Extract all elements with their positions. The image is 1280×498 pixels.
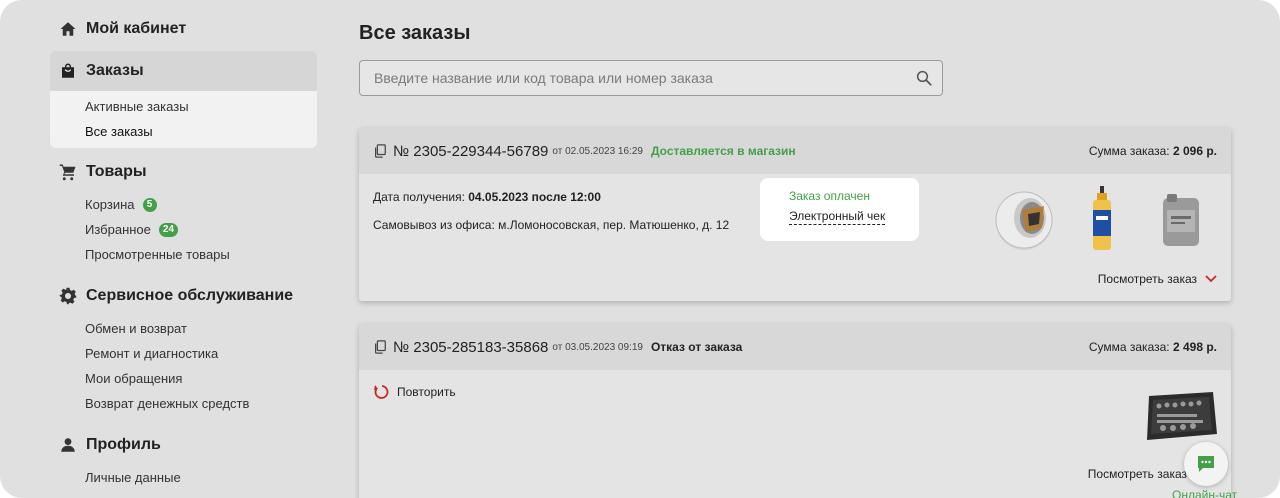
sidebar-section-cabinet: Мой кабинет [50,9,318,49]
sidebar-item-cart[interactable]: Корзина 5 [50,192,317,217]
receipt-link[interactable]: Электронный чек [789,209,886,225]
sidebar-item-orders[interactable]: Заказы [50,51,317,91]
cart-icon [59,163,77,181]
order-number[interactable]: № 2305-285183-35868 [393,339,548,356]
sidebar-item-favorites[interactable]: Избранное 24 [50,217,317,242]
copy-icon[interactable] [373,340,387,354]
sidebar-section-service: Сервисное обслуживание Обмен и возврат Р… [50,276,317,416]
receive-date: Дата получения: 04.05.2023 после 12:00 [373,190,601,204]
sidebar-item-service[interactable]: Сервисное обслуживание [50,276,317,316]
sidebar-item-active-orders[interactable]: Активные заказы [50,94,317,119]
sidebar-item-label: Товары [86,163,147,180]
chat-label[interactable]: Онлайн-чат [1172,488,1237,498]
tape-roll-image[interactable] [992,188,1056,252]
gear-icon [59,287,77,305]
tool-set-image[interactable] [1143,386,1219,444]
repeat-icon [374,385,389,399]
repeat-label: Повторить [397,385,456,399]
sidebar-item-repair[interactable]: Ремонт и диагностика [50,341,317,366]
sidebar-section-orders: Заказы Активные заказы Все заказы [50,51,317,148]
sidebar-item-profile[interactable]: Профиль [50,425,317,465]
user-icon [59,436,77,454]
sidebar-item-viewed[interactable]: Просмотренные товары [50,242,317,267]
sidebar-section-goods: Товары Корзина 5 Избранное 24 Просмотрен… [50,152,317,267]
shopping-bag-icon [59,62,77,80]
sidebar-item-label: Сервисное обслуживание [86,287,294,304]
sidebar-section-profile: Профиль Личные данные М [50,425,317,498]
order-date: от 03.05.2023 09:19 [552,341,643,353]
order-body: Дата получения: 04.05.2023 после 12:00 С… [359,174,1231,301]
order-date: от 02.05.2023 16:29 [552,145,643,157]
sidebar-item-exchange[interactable]: Обмен и возврат [50,316,317,341]
glue-bottle-image[interactable] [1089,186,1115,252]
sidebar: Мой кабинет Заказы Активные заказы Все з… [50,0,318,498]
favorites-count-badge: 24 [158,222,179,237]
receive-date-label: Дата получения: [373,190,465,204]
order-sum: Сумма заказа: 2 096 р. [1089,144,1217,158]
page-title: Все заказы [359,22,471,44]
sidebar-item-label: Профиль [86,436,161,453]
order-card: № 2305-229344-56789 от 02.05.2023 16:29 … [359,128,1231,301]
receive-date-value: 04.05.2023 после 12:00 [468,190,601,204]
sidebar-item-cabinet[interactable]: Мой кабинет [50,9,318,49]
order-header: № 2305-229344-56789 от 02.05.2023 16:29 … [359,128,1231,174]
sidebar-item-personal-data[interactable]: Личные данные [50,465,317,490]
payment-status: Заказ оплачен [789,189,870,203]
view-order-label: Посмотреть заказ [1087,467,1187,481]
sidebar-item-all-orders[interactable]: Все заказы [50,119,317,144]
orders-submenu: Активные заказы Все заказы [50,91,317,148]
service-submenu: Обмен и возврат Ремонт и диагностика Мои… [50,316,317,416]
view-order-label: Посмотреть заказ [1097,272,1197,286]
payment-box: Заказ оплачен Электронный чек [760,178,919,241]
canister-image[interactable] [1159,192,1203,248]
order-sum-label: Сумма заказа: [1088,340,1170,354]
chat-icon [1198,456,1214,472]
chat-button[interactable] [1184,442,1228,486]
home-icon [59,20,77,38]
cart-count-badge: 5 [142,197,157,212]
repeat-order-button[interactable]: Повторить [373,384,456,400]
goods-submenu: Корзина 5 Избранное 24 Просмотренные тов… [50,192,317,267]
sidebar-item-requests[interactable]: Мои обращения [50,366,317,391]
sidebar-item-label: Мой кабинет [86,20,187,37]
page-frame: Мой кабинет Заказы Активные заказы Все з… [0,0,1280,498]
order-card: № 2305-285183-35868 от 03.05.2023 09:19 … [359,324,1231,498]
search-bar [359,60,943,96]
sidebar-item-goods[interactable]: Товары [50,152,317,192]
order-sum-label: Сумма заказа: [1088,144,1170,158]
chevron-down-icon [1205,275,1217,283]
order-status: Отказ от заказа [650,340,743,354]
search-icon[interactable] [906,69,942,87]
sidebar-item-refund[interactable]: Возврат денежных средств [50,391,317,416]
order-status: Доставляется в магазин [650,144,796,158]
order-number[interactable]: № 2305-229344-56789 [393,143,548,160]
sidebar-item-profile-more[interactable]: М [50,490,317,498]
cart-label: Корзина [85,197,135,212]
order-sum: Сумма заказа: 2 498 р. [1089,340,1217,354]
profile-submenu: Личные данные М [50,465,317,498]
view-order-link[interactable]: Посмотреть заказ [1088,467,1187,481]
order-sum-value: 2 096 р. [1172,144,1217,158]
view-order-link[interactable]: Посмотреть заказ [1098,272,1217,286]
pickup-address: Самовывоз из офиса: м.Ломоносовская, пер… [373,218,730,232]
favorites-label: Избранное [85,222,151,237]
sidebar-item-label: Заказы [86,62,144,79]
search-input[interactable] [374,70,906,86]
order-sum-value: 2 498 р. [1172,340,1217,354]
copy-icon[interactable] [373,144,387,158]
order-body: Повторить Посмотреть заказ [359,370,1231,498]
order-header: № 2305-285183-35868 от 03.05.2023 09:19 … [359,324,1231,370]
